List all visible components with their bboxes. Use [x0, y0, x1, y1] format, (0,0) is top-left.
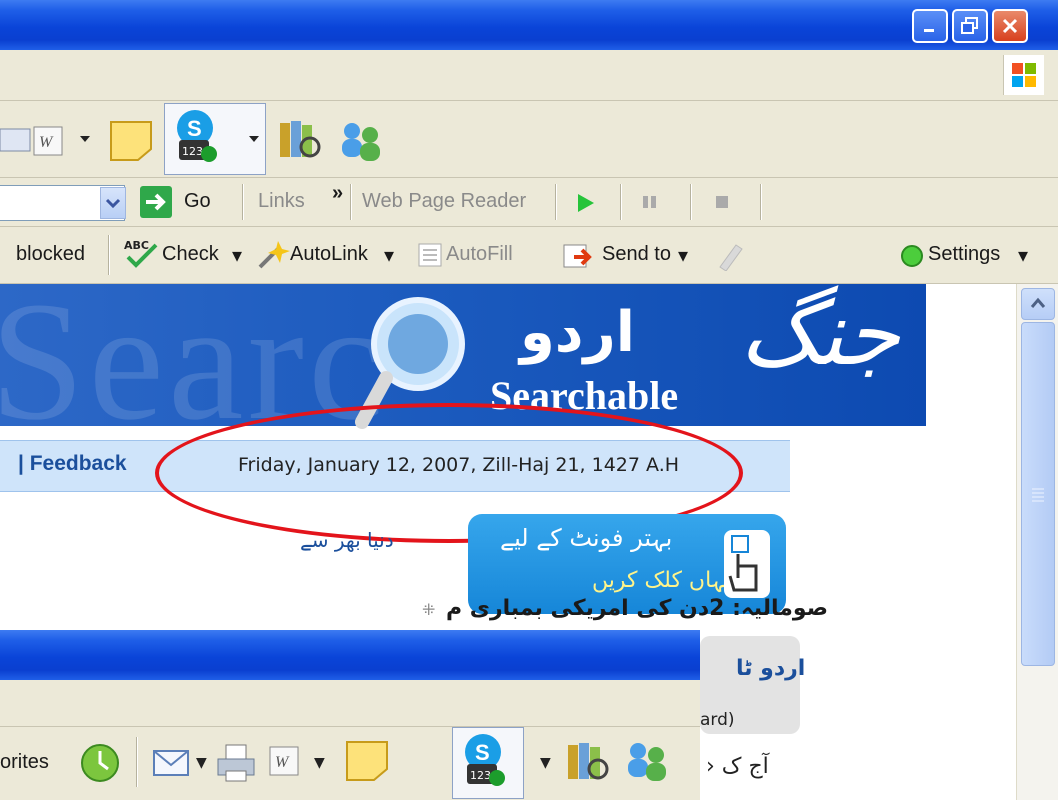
stop-button[interactable]: [714, 194, 730, 214]
sticky-note-icon[interactable]: [108, 119, 154, 167]
menu-bar: [0, 50, 1058, 101]
svg-text:123: 123: [470, 769, 491, 782]
word-icon[interactable]: W: [32, 125, 66, 157]
restore-icon: [961, 17, 978, 34]
toolbar-separator: [350, 184, 352, 220]
settings-status-icon[interactable]: [900, 244, 924, 272]
links-chevron[interactable]: »: [332, 182, 343, 205]
go-button[interactable]: [140, 186, 172, 222]
toolbar-separator: [690, 184, 692, 220]
skype-chevron-down-icon[interactable]: [247, 131, 261, 150]
autolink-wand-icon[interactable]: [256, 237, 290, 275]
window-title-bar: [0, 0, 1058, 50]
toolbar-separator: [760, 184, 762, 220]
mail-chevron-down-icon[interactable]: ▼: [196, 755, 207, 771]
toolbar-separator: [108, 235, 110, 275]
jang-logo[interactable]: جنگ: [740, 282, 900, 385]
vertical-scrollbar[interactable]: [1016, 284, 1058, 800]
books-icon[interactable]: [564, 739, 610, 787]
banner-urdu-title: اردو: [520, 300, 635, 365]
chevron-down-icon: [105, 198, 121, 209]
highlighter-icon: [714, 239, 744, 275]
second-window-menu-bar: [0, 680, 700, 727]
pause-icon: [643, 196, 656, 208]
toolbar-separator: [136, 737, 138, 787]
print-icon[interactable]: [214, 741, 258, 789]
urdu-keyboard-subtitle: ard): [700, 710, 735, 730]
close-button[interactable]: [992, 9, 1028, 43]
word-icon[interactable]: W: [268, 745, 302, 781]
svg-text:ABC: ABC: [124, 239, 149, 252]
toolbar-partial-icon[interactable]: [0, 123, 34, 157]
settings-chevron-down-icon[interactable]: ▾: [1018, 243, 1028, 268]
chevron-down-icon[interactable]: [78, 131, 92, 150]
chevron-up-icon: [1030, 297, 1046, 308]
urdu-keyboard-title: اردو ٹا: [736, 656, 806, 681]
svg-text:123: 123: [182, 145, 203, 158]
world-news-heading[interactable]: دنیا بھر سے: [300, 528, 394, 552]
address-dropdown-button[interactable]: [100, 187, 126, 219]
google-toolbar: blocked ABC Check ▾ AutoLink ▾ AutoFill …: [0, 227, 1058, 284]
news-headline[interactable]: صومالیہ: 2دن کی امریکی بمباری م: [446, 596, 828, 621]
skype-button[interactable]: S 123: [452, 727, 524, 799]
toolbar-separator: [555, 184, 557, 220]
pause-button[interactable]: [642, 194, 658, 214]
messenger-contacts-icon[interactable]: [624, 739, 670, 787]
banner-background-word: Searc: [0, 284, 388, 426]
minimize-button[interactable]: [912, 9, 948, 43]
play-button[interactable]: [576, 192, 596, 218]
play-icon: [578, 194, 594, 212]
bullet-icon: ⁜: [422, 600, 436, 619]
settings-button[interactable]: Settings: [928, 243, 1000, 266]
restore-button[interactable]: [952, 9, 988, 43]
check-button[interactable]: Check: [162, 243, 219, 266]
send-to-chevron-down-icon[interactable]: ▾: [678, 243, 688, 268]
second-window-title-bar: [0, 630, 700, 680]
today-link[interactable]: › آج ک: [706, 754, 769, 779]
autofill-button: AutoFill: [446, 243, 513, 265]
address-toolbar: Go Links » Web Page Reader: [0, 178, 1058, 227]
promo-line-1: بہتر فونٹ کے لیے: [500, 524, 673, 552]
skype-chevron-down-icon[interactable]: ▼: [540, 755, 551, 771]
standard-toolbar: W S 123: [0, 101, 1058, 178]
popups-blocked-label[interactable]: blocked: [16, 243, 85, 266]
minimize-icon: [924, 29, 934, 32]
svg-text:S: S: [475, 740, 490, 765]
check-chevron-down-icon[interactable]: ▾: [232, 243, 242, 268]
toolbar-separator: [620, 184, 622, 220]
close-icon: [1002, 18, 1018, 34]
history-icon[interactable]: [78, 741, 122, 789]
autofill-form-icon: [416, 241, 444, 273]
send-to-icon[interactable]: [562, 239, 596, 275]
promo-line-2: یہاں کلک کریں: [592, 568, 731, 593]
mail-icon[interactable]: [150, 741, 194, 789]
word-chevron-down-icon[interactable]: ▼: [314, 755, 325, 771]
windows-logo-icon: [1003, 55, 1044, 95]
stop-icon: [716, 196, 728, 208]
autolink-chevron-down-icon[interactable]: ▾: [384, 243, 394, 268]
spellcheck-icon[interactable]: ABC: [124, 237, 160, 273]
sticky-note-icon[interactable]: [344, 739, 390, 787]
hand-pointer-icon: [724, 530, 770, 598]
toolbar-separator: [242, 184, 244, 220]
links-label[interactable]: Links: [258, 190, 305, 213]
messenger-contacts-icon[interactable]: [338, 119, 384, 167]
scroll-up-button[interactable]: [1021, 288, 1055, 320]
web-page-reader-label[interactable]: Web Page Reader: [362, 190, 526, 213]
books-icon[interactable]: [276, 117, 322, 165]
svg-text:S: S: [187, 116, 202, 141]
grip-icon: [1032, 488, 1044, 502]
autolink-button[interactable]: AutoLink: [290, 243, 368, 266]
go-label[interactable]: Go: [184, 190, 211, 213]
go-arrow-icon: [140, 186, 172, 218]
svg-text:W: W: [275, 754, 290, 771]
scroll-thumb[interactable]: [1021, 322, 1055, 666]
favorites-button[interactable]: orites: [0, 751, 49, 774]
send-to-button[interactable]: Send to: [602, 243, 671, 266]
feedback-link[interactable]: | Feedback: [18, 452, 127, 476]
second-window-toolbar: orites ▼ W ▼ S 123 ▼: [0, 727, 700, 800]
svg-text:W: W: [39, 134, 54, 151]
